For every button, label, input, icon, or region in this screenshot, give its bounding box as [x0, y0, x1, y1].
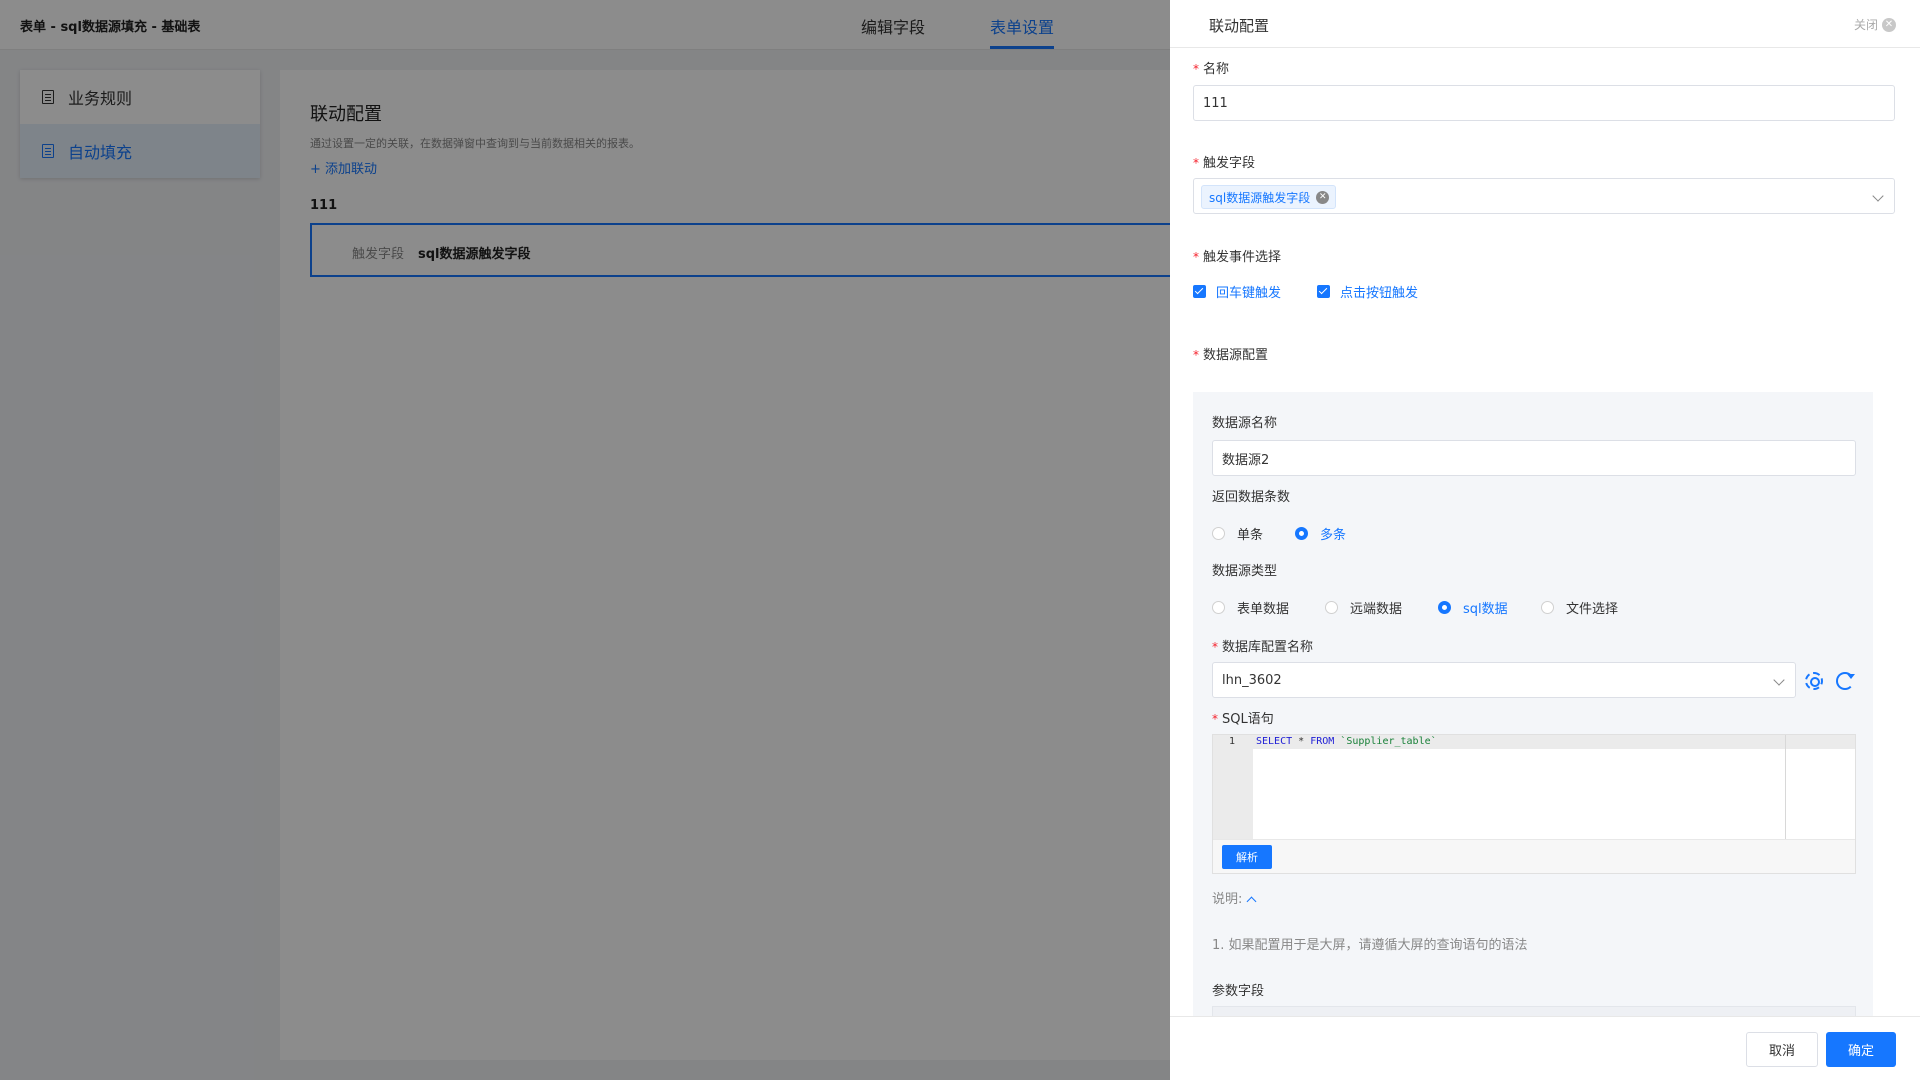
name-label: * 名称: [1193, 62, 1230, 77]
params-field-label: 参数字段: [1212, 984, 1265, 999]
refresh-icon[interactable]: [1836, 672, 1855, 690]
editor-print-margin: [1785, 735, 1786, 839]
radio-label: 多条: [1320, 528, 1347, 543]
trigger-field-select[interactable]: sql数据源触发字段 ✕: [1193, 178, 1895, 214]
drawer-body: * 名称 111 * 触发字段 sql数据源触发字段 ✕ * 触发事件选择 回车键触发…: [1170, 48, 1920, 1016]
confirm-button[interactable]: 确定: [1826, 1032, 1896, 1067]
datasource-type-label: 数据源类型: [1212, 564, 1278, 579]
trigger-field-label: * 触发字段: [1193, 156, 1256, 171]
radio-label: 表单数据: [1237, 602, 1290, 617]
name-input[interactable]: 111: [1193, 85, 1895, 121]
return-count-label: 返回数据条数: [1212, 490, 1291, 505]
drawer-footer: 取消 确定: [1170, 1016, 1920, 1080]
settings-gear-icon[interactable]: [1805, 672, 1823, 690]
datasource-name-input[interactable]: 数据源2: [1212, 440, 1856, 476]
datasource-name-label: 数据源名称: [1212, 416, 1278, 431]
radio-label: 文件选择: [1566, 602, 1619, 617]
db-config-label: * 数据库配置名称: [1212, 640, 1314, 655]
chevron-down-icon: [1773, 674, 1785, 686]
radio-single[interactable]: 单条: [1212, 524, 1263, 543]
chevron-up-icon: [1246, 896, 1257, 907]
radio-selected-icon: [1438, 601, 1451, 614]
checkbox-enter-trigger[interactable]: 回车键触发: [1193, 282, 1281, 301]
line-number: 1: [1229, 736, 1236, 747]
required-mark: *: [1212, 712, 1218, 726]
radio-multiple[interactable]: 多条: [1295, 524, 1346, 543]
radio-selected-icon: [1295, 527, 1308, 540]
editor-gutter: [1213, 735, 1253, 839]
datasource-config-panel: 数据源名称 数据源2 返回数据条数 单条 多条 数据源类型 表单数据 远端数据: [1193, 392, 1873, 1016]
required-mark: *: [1193, 62, 1199, 76]
radio-icon: [1541, 601, 1554, 614]
required-mark: *: [1193, 250, 1199, 264]
radio-form-data[interactable]: 表单数据: [1212, 598, 1289, 617]
sql-code[interactable]: SELECT * FROM `Supplier_table`: [1256, 736, 1437, 747]
required-mark: *: [1212, 640, 1218, 654]
datasource-config-label: * 数据源配置: [1193, 348, 1269, 363]
db-config-select[interactable]: lhn_3602: [1212, 662, 1796, 698]
radio-label: 单条: [1237, 528, 1264, 543]
required-mark: *: [1193, 348, 1199, 362]
close-icon: ✕: [1882, 17, 1896, 32]
parse-button[interactable]: 解析: [1222, 845, 1272, 869]
radio-label: 远端数据: [1350, 602, 1403, 617]
trigger-event-label: * 触发事件选择: [1193, 250, 1282, 265]
drawer-title: 联动配置: [1209, 17, 1270, 35]
tag-remove-icon[interactable]: ✕: [1316, 190, 1330, 204]
sql-label: * SQL语句: [1212, 712, 1274, 727]
radio-label: sql数据: [1463, 602, 1508, 617]
trigger-field-tag: sql数据源触发字段 ✕: [1201, 185, 1337, 209]
checkbox-label: 点击按钮触发: [1340, 286, 1419, 301]
db-config-value: lhn_3602: [1222, 672, 1282, 688]
params-table-header: [1212, 1006, 1856, 1016]
editor-footer: 解析: [1213, 839, 1855, 873]
tag-label: sql数据源触发字段: [1209, 190, 1311, 205]
radio-remote-data[interactable]: 远端数据: [1325, 598, 1402, 617]
note-label: 说明:: [1212, 892, 1243, 907]
checkbox-checked-icon: [1317, 285, 1330, 298]
drawer-header: 联动配置 关闭 ✕: [1170, 0, 1920, 48]
radio-file-select[interactable]: 文件选择: [1541, 598, 1618, 617]
close-label: 关闭: [1853, 18, 1878, 32]
radio-icon: [1325, 601, 1338, 614]
radio-icon: [1212, 527, 1225, 540]
cancel-button[interactable]: 取消: [1746, 1032, 1818, 1067]
checkbox-label: 回车键触发: [1216, 286, 1282, 301]
note-toggle[interactable]: 说明:: [1212, 888, 1257, 907]
close-button[interactable]: 关闭 ✕: [1854, 16, 1896, 33]
required-mark: *: [1193, 156, 1199, 170]
radio-sql-data[interactable]: sql数据: [1438, 598, 1508, 617]
sql-editor[interactable]: 1 SELECT * FROM `Supplier_table` 解析: [1212, 734, 1856, 874]
checkbox-click-trigger[interactable]: 点击按钮触发: [1317, 282, 1418, 301]
checkbox-checked-icon: [1193, 285, 1206, 298]
chevron-down-icon: [1872, 190, 1884, 202]
note-text: 1. 如果配置用于是大屏，请遵循大屏的查询语句的语法: [1212, 938, 1528, 953]
radio-icon: [1212, 601, 1225, 614]
linkage-config-drawer: 联动配置 关闭 ✕ * 名称 111 * 触发字段 sql数据源触发字段 ✕ * 触发…: [1170, 0, 1920, 1080]
